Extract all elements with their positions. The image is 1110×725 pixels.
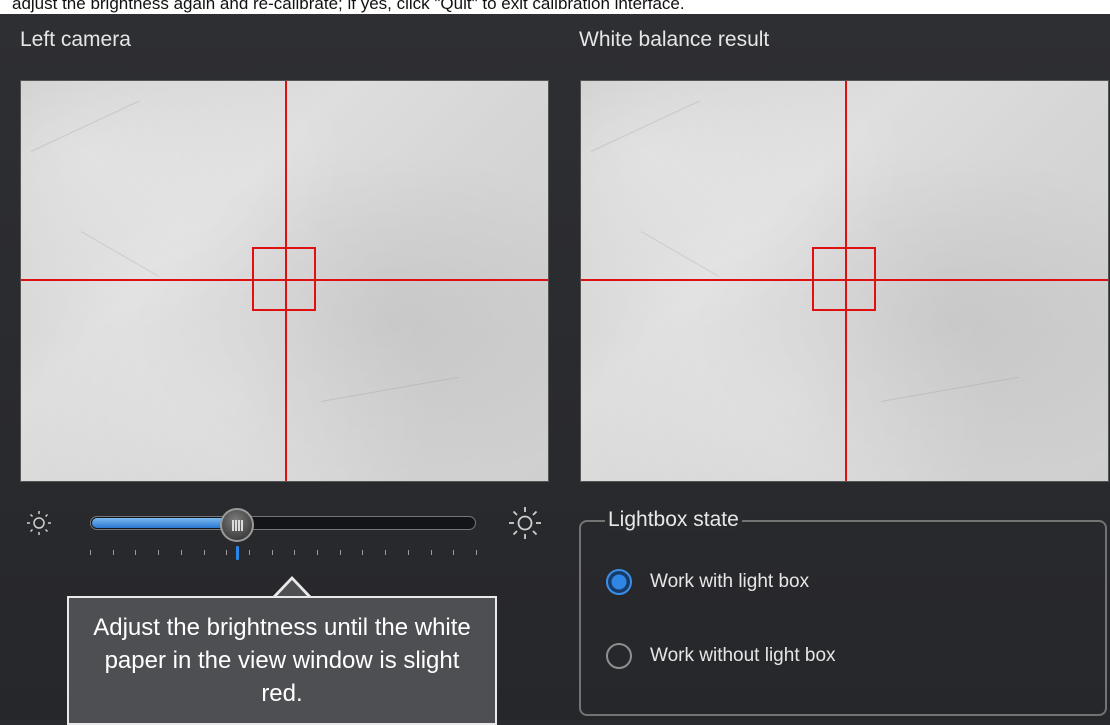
instruction-banner: adjust the brightness again and re-calib… bbox=[0, 0, 1110, 14]
radio-label: Work with light box bbox=[650, 571, 810, 592]
slider-tick bbox=[385, 550, 387, 555]
grip-icon bbox=[231, 520, 243, 531]
radio-label: Work without light box bbox=[650, 645, 836, 666]
brightness-slider[interactable] bbox=[90, 516, 476, 530]
slider-tick bbox=[180, 550, 182, 555]
calibration-window: Left camera White balance result Adjust … bbox=[0, 14, 1110, 725]
slider-tick bbox=[248, 550, 250, 555]
slider-tick bbox=[317, 550, 319, 555]
slider-tick bbox=[271, 550, 273, 555]
brightness-tooltip-text: Adjust the brightness until the white pa… bbox=[93, 614, 471, 707]
left-camera-title: Left camera bbox=[20, 28, 131, 51]
slider-tick bbox=[135, 550, 137, 555]
slider-tick bbox=[112, 550, 114, 555]
slider-tick bbox=[476, 550, 477, 555]
slider-tick bbox=[158, 550, 160, 555]
instruction-text: adjust the brightness again and re-calib… bbox=[12, 0, 685, 13]
radio-checked-icon[interactable] bbox=[606, 569, 632, 595]
crosshair-target-box bbox=[252, 247, 316, 311]
radio-work-without-light-box[interactable]: Work without light box bbox=[606, 643, 836, 669]
slider-tick bbox=[294, 550, 296, 555]
brightness-slider-thumb[interactable] bbox=[219, 508, 254, 542]
left-camera-view bbox=[20, 80, 549, 482]
lightbox-state-title: Lightbox state bbox=[605, 508, 742, 532]
brightness-slider-ticks bbox=[90, 546, 477, 560]
slider-tick bbox=[339, 550, 341, 555]
brightness-slider-fill bbox=[92, 518, 237, 528]
slider-tick bbox=[90, 550, 91, 555]
slider-tick bbox=[453, 550, 455, 555]
slider-tick bbox=[203, 550, 205, 555]
radio-unchecked-icon[interactable] bbox=[606, 643, 632, 669]
radio-work-with-light-box[interactable]: Work with light box bbox=[606, 569, 809, 595]
white-balance-result-title: White balance result bbox=[579, 28, 770, 51]
brightness-tooltip: Adjust the brightness until the white pa… bbox=[67, 596, 497, 725]
slider-tick bbox=[226, 550, 228, 555]
slider-tick bbox=[430, 550, 432, 555]
lightbox-state-group bbox=[579, 520, 1107, 716]
slider-tick bbox=[407, 550, 409, 555]
slider-tick-active bbox=[235, 546, 239, 560]
sun-bright-icon bbox=[509, 507, 541, 539]
slider-tick bbox=[362, 550, 364, 555]
white-balance-result-view bbox=[580, 80, 1109, 482]
crosshair-target-box bbox=[812, 247, 876, 311]
sun-dim-icon bbox=[27, 511, 51, 535]
